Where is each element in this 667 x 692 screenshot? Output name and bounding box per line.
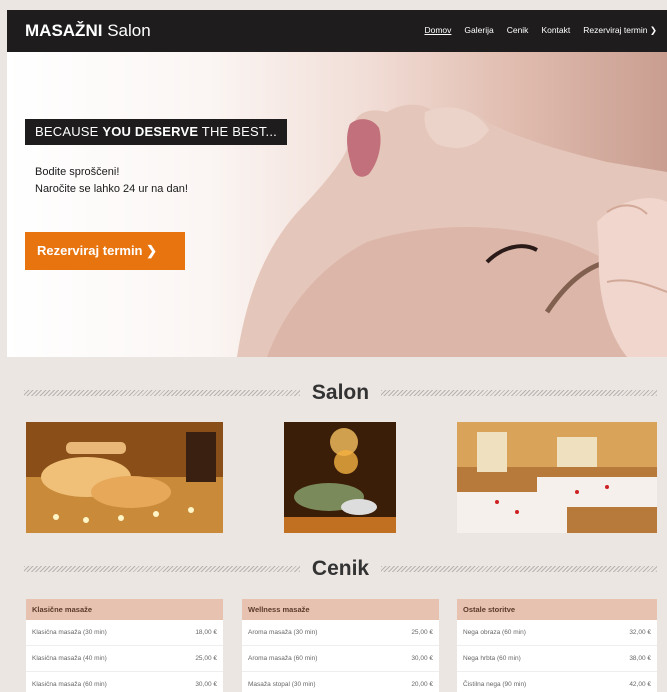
nav-item-kontakt[interactable]: Kontakt (541, 25, 570, 36)
gallery-photo-2[interactable] (284, 422, 396, 533)
price-row: Klasična masaža (60 min) 30,00 € (26, 672, 223, 692)
brand-light: Salon (107, 21, 151, 40)
heading-divider-right (381, 390, 657, 396)
service-price: 18,00 € (195, 629, 217, 636)
hero-line-2: Naročite se lahko 24 ur na dan! (35, 183, 188, 195)
service-name: Masaža stopal (30 min) (248, 681, 316, 688)
service-name: Klasična masaža (40 min) (32, 655, 107, 662)
price-row: Masaža stopal (30 min) 20,00 € (242, 672, 439, 692)
service-price: 42,00 € (629, 681, 651, 688)
hero-face-image (237, 104, 667, 357)
tagline-prefix: BECAUSE (35, 124, 103, 139)
heading-divider-right (381, 566, 657, 572)
service-name: Klasična masaža (30 min) (32, 629, 107, 636)
nav-menu: Domov Galerija Cenik Kontakt Rezerviraj … (424, 25, 657, 36)
service-price: 38,00 € (629, 655, 651, 662)
service-price: 25,00 € (411, 629, 433, 636)
service-price: 32,00 € (629, 629, 651, 636)
price-table-classic: Klasične masaže Klasična masaža (30 min)… (26, 599, 223, 692)
price-row: Čistilna nega (90 min) 42,00 € (457, 672, 657, 692)
cenik-heading: Cenik (24, 557, 657, 581)
service-name: Nega obraza (60 min) (463, 629, 526, 636)
hero-banner: BECAUSE YOU DESERVE THE BEST... Bodite s… (7, 52, 667, 357)
gallery-photo-1[interactable] (26, 422, 223, 533)
hero-tagline: BECAUSE YOU DESERVE THE BEST... (25, 119, 287, 145)
top-navbar: MASAŽNI Salon Domov Galerija Cenik Konta… (7, 10, 667, 52)
price-row: Klasična masaža (30 min) 18,00 € (26, 620, 223, 646)
hero-subtext: Bodite sproščeni! Naročite se lahko 24 u… (35, 164, 188, 198)
service-name: Aroma masaža (30 min) (248, 629, 318, 636)
salon-heading: Salon (24, 381, 657, 405)
service-name: Čistilna nega (90 min) (463, 681, 527, 688)
salon-title: Salon (311, 381, 370, 404)
service-name: Nega hrbta (60 min) (463, 655, 521, 662)
price-row: Nega hrbta (60 min) 38,00 € (457, 646, 657, 672)
nav-item-domov[interactable]: Domov (424, 25, 451, 36)
nav-item-rezerviraj[interactable]: Rezerviraj termin ❯ (583, 25, 657, 36)
book-appointment-button[interactable]: Rezerviraj termin ❯ (25, 232, 185, 270)
nav-item-galerija[interactable]: Galerija (464, 25, 493, 36)
price-table-title: Wellness masaže (242, 599, 439, 620)
gallery-photo-3[interactable] (457, 422, 657, 533)
price-row: Nega obraza (60 min) 32,00 € (457, 620, 657, 646)
service-name: Klasična masaža (60 min) (32, 681, 107, 688)
price-row: Aroma masaža (60 min) 30,00 € (242, 646, 439, 672)
price-table-other: Ostale storitve Nega obraza (60 min) 32,0… (457, 599, 657, 692)
tagline-suffix: THE BEST... (198, 124, 277, 139)
brand-bold: MASAŽNI (25, 21, 103, 40)
brand-logo[interactable]: MASAŽNI Salon (25, 21, 151, 41)
cenik-title: Cenik (311, 557, 370, 580)
tagline-bold: YOU DESERVE (102, 124, 199, 139)
heading-divider-left (24, 390, 300, 396)
price-row: Klasična masaža (40 min) 25,00 € (26, 646, 223, 672)
price-row: Aroma masaža (30 min) 25,00 € (242, 620, 439, 646)
price-table-title: Klasične masaže (26, 599, 223, 620)
page-frame: MASAŽNI Salon Domov Galerija Cenik Konta… (0, 0, 667, 692)
service-price: 30,00 € (411, 655, 433, 662)
nav-item-cenik[interactable]: Cenik (507, 25, 529, 36)
hero-line-1: Bodite sproščeni! (35, 166, 120, 178)
heading-divider-left (24, 566, 300, 572)
price-table-wellness: Wellness masaže Aroma masaža (30 min) 25,… (242, 599, 439, 692)
service-price: 30,00 € (195, 681, 217, 688)
service-price: 25,00 € (195, 655, 217, 662)
price-table-title: Ostale storitve (457, 599, 657, 620)
service-name: Aroma masaža (60 min) (248, 655, 318, 662)
service-price: 20,00 € (411, 681, 433, 688)
